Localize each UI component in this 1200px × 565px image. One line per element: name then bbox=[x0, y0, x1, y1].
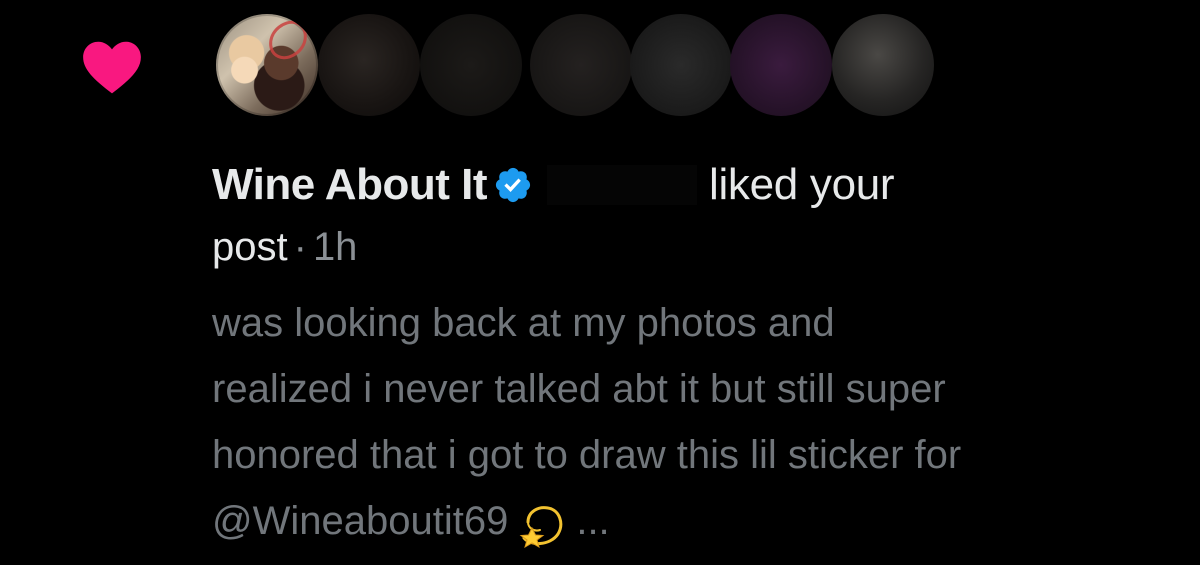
avatar[interactable] bbox=[730, 14, 832, 116]
avatar[interactable] bbox=[420, 14, 522, 116]
ellipsis: ... bbox=[576, 499, 610, 543]
dizzy-star-icon bbox=[519, 506, 563, 548]
action-text-continued: post bbox=[212, 225, 288, 269]
post-line: honored that i got to draw this lil stic… bbox=[212, 433, 962, 477]
timestamp: 1h bbox=[312, 225, 358, 269]
notification-content[interactable]: Wine About It liked your post · 1h was loo… bbox=[212, 152, 1172, 554]
avatar[interactable] bbox=[530, 14, 632, 116]
avatar[interactable] bbox=[318, 14, 420, 116]
notification-header: Wine About It liked your bbox=[212, 152, 1172, 218]
post-preview[interactable]: was looking back at my photos and realiz… bbox=[212, 290, 1172, 554]
action-text: liked your bbox=[708, 160, 895, 209]
heart-icon bbox=[83, 41, 141, 94]
verified-badge-icon bbox=[495, 167, 531, 203]
post-line: was looking back at my photos and bbox=[212, 301, 835, 345]
avatar[interactable] bbox=[630, 14, 732, 116]
avatar[interactable] bbox=[832, 14, 934, 116]
avatar[interactable] bbox=[216, 14, 318, 116]
redacted-text bbox=[546, 165, 697, 205]
liker-avatars bbox=[212, 14, 952, 124]
post-line: realized i never talked abt it but still… bbox=[212, 367, 946, 411]
notification-subline: post · 1h bbox=[212, 218, 1172, 276]
separator: · bbox=[293, 225, 307, 269]
post-line: @Wineaboutit69 ... bbox=[212, 488, 1172, 554]
user-name[interactable]: Wine About It bbox=[212, 160, 487, 209]
mention-link[interactable]: @Wineaboutit69 bbox=[212, 499, 508, 543]
